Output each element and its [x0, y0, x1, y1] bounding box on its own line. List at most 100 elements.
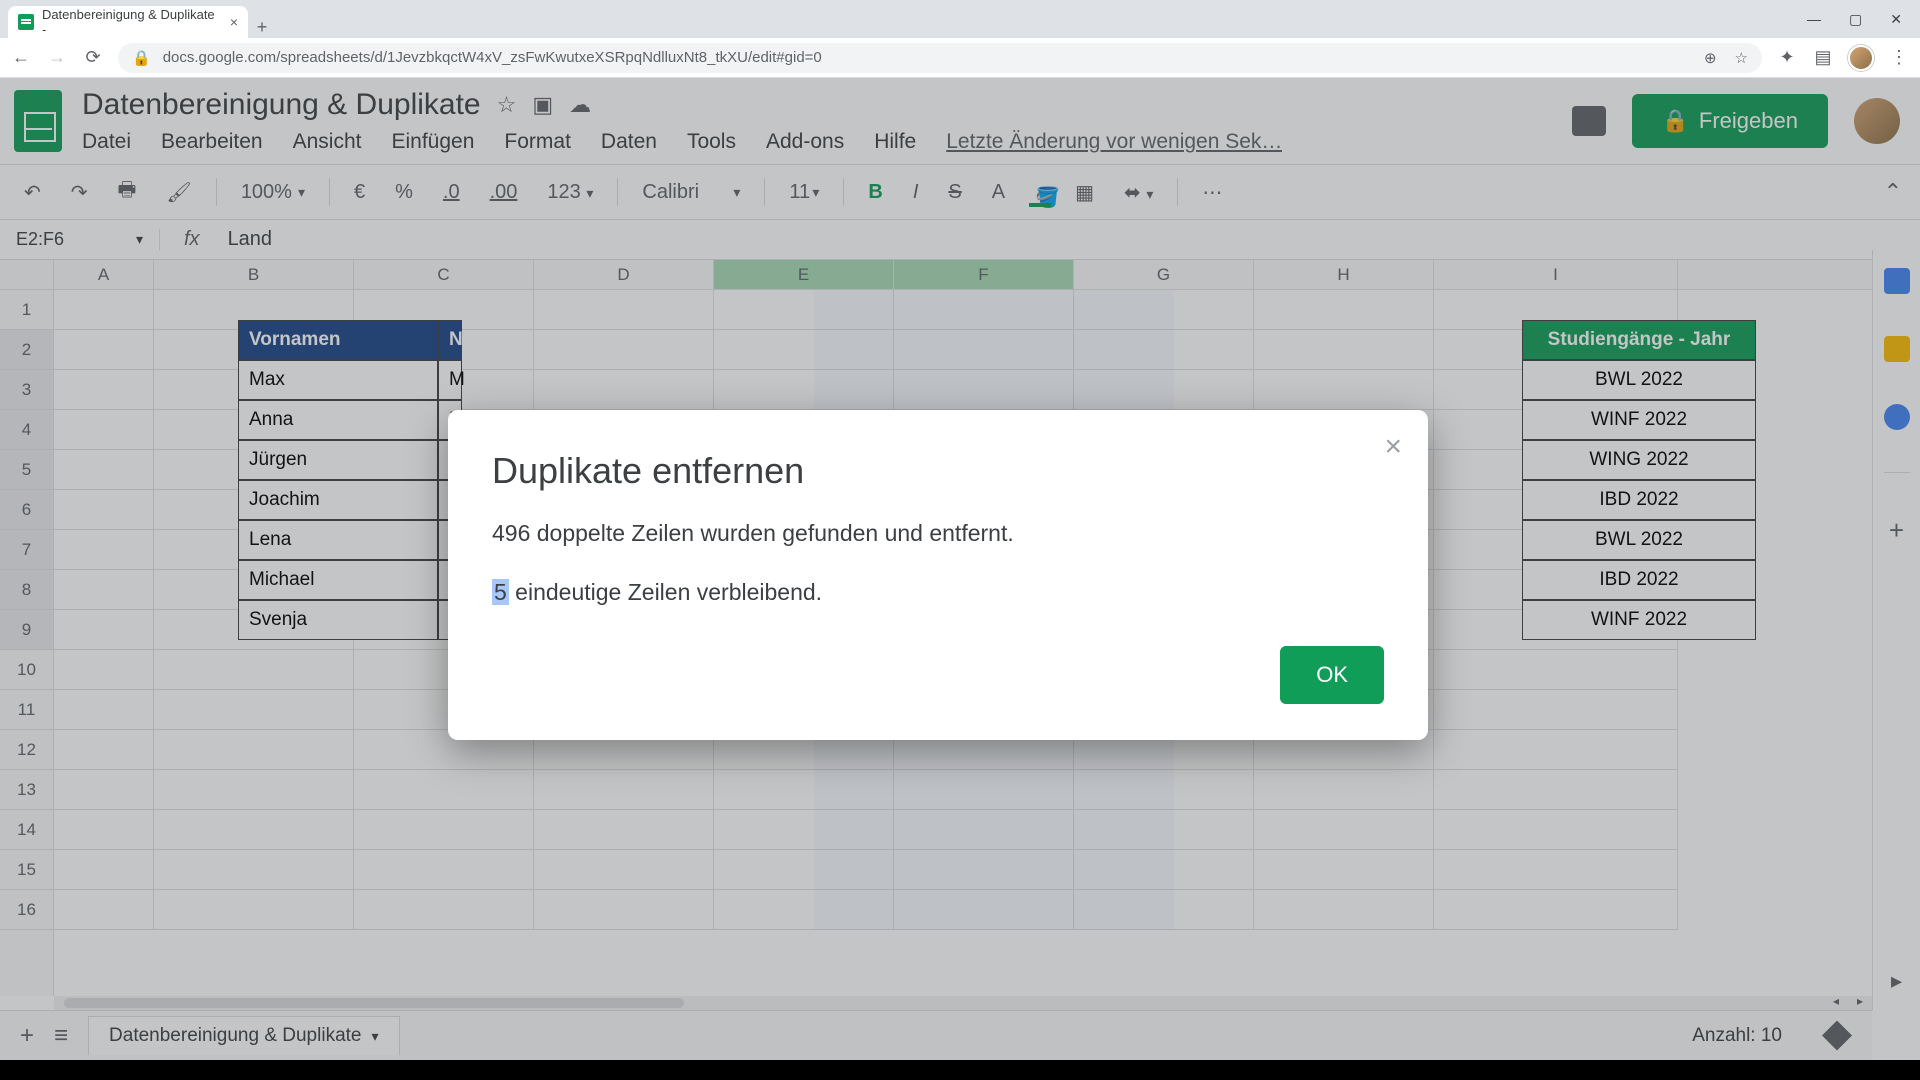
number-format-select[interactable]: 123 ▾	[541, 177, 599, 208]
column-header[interactable]: A	[54, 260, 154, 289]
zoom-icon[interactable]: ⊕	[1704, 49, 1717, 67]
side-table-cell[interactable]: IBD 2022	[1522, 560, 1756, 600]
table-cell[interactable]: Lena	[238, 520, 438, 560]
font-select[interactable]: Calibri▾	[636, 177, 746, 208]
column-header[interactable]: G	[1074, 260, 1254, 289]
expand-panel-icon[interactable]: ▸	[1891, 968, 1902, 994]
add-sheet-button[interactable]: +	[20, 1022, 34, 1050]
sheet-tab[interactable]: Datenbereinigung & Duplikate ▾	[88, 1016, 399, 1055]
italic-button[interactable]: I	[907, 177, 925, 208]
formula-input[interactable]: Land	[224, 228, 273, 251]
menu-icon[interactable]: ⋮	[1888, 47, 1910, 68]
browser-tab[interactable]: Datenbereinigung & Duplikate - ×	[8, 6, 248, 38]
merge-button[interactable]: ⬌ ▾	[1118, 176, 1159, 209]
url-field[interactable]: 🔒 docs.google.com/spreadsheets/d/1Jevzbk…	[118, 43, 1762, 73]
doc-title[interactable]: Datenbereinigung & Duplikate	[82, 88, 481, 122]
fill-color-button[interactable]: 🪣	[1029, 181, 1051, 203]
reload-icon[interactable]: ⟳	[82, 47, 104, 68]
borders-button[interactable]: ▦	[1069, 176, 1100, 209]
name-box[interactable]: E2:F6▾	[0, 229, 160, 250]
add-on-plus-icon[interactable]: +	[1889, 515, 1904, 546]
side-table-cell[interactable]: BWL 2022	[1522, 520, 1756, 560]
last-edit-link[interactable]: Letzte Änderung vor wenigen Sek…	[946, 130, 1282, 154]
move-icon[interactable]: ▣	[532, 92, 553, 118]
row-header[interactable]: 5	[0, 450, 53, 490]
selection-count[interactable]: Anzahl: 10	[1692, 1025, 1802, 1047]
ext2-icon[interactable]: ▤	[1812, 47, 1834, 68]
row-header[interactable]: 7	[0, 530, 53, 570]
new-tab-button[interactable]: +	[248, 17, 276, 38]
calendar-icon[interactable]	[1884, 268, 1910, 294]
column-header[interactable]: C	[354, 260, 534, 289]
table-header-cell[interactable]: N	[438, 320, 462, 360]
row-header[interactable]: 4	[0, 410, 53, 450]
text-color-button[interactable]: A	[986, 177, 1011, 208]
print-icon[interactable]: 🖶	[112, 171, 143, 213]
currency-button[interactable]: €	[348, 177, 371, 208]
table-cell[interactable]: M	[438, 360, 462, 400]
row-header[interactable]: 2	[0, 330, 53, 370]
keep-icon[interactable]	[1884, 336, 1910, 362]
modal-close-button[interactable]: ×	[1384, 430, 1402, 464]
comments-icon[interactable]	[1572, 106, 1606, 136]
scroll-right-icon[interactable]: ▸	[1850, 994, 1870, 1008]
side-table-header[interactable]: Studiengänge - Jahr	[1522, 320, 1756, 360]
menu-addons[interactable]: Add-ons	[766, 130, 844, 154]
table-cell[interactable]: Jürgen	[238, 440, 438, 480]
row-header[interactable]: 11	[0, 690, 53, 730]
zoom-select[interactable]: 100% ▾	[235, 177, 311, 208]
share-button[interactable]: 🔒 Freigeben	[1632, 94, 1828, 148]
row-header[interactable]: 12	[0, 730, 53, 770]
column-header[interactable]: F	[894, 260, 1074, 289]
row-header[interactable]: 3	[0, 370, 53, 410]
close-tab-icon[interactable]: ×	[230, 14, 238, 30]
extensions-icon[interactable]: ✦	[1776, 47, 1798, 68]
side-table-cell[interactable]: BWL 2022	[1522, 360, 1756, 400]
modal-ok-button[interactable]: OK	[1280, 646, 1384, 704]
table-cell[interactable]: Svenja	[238, 600, 438, 640]
row-header[interactable]: 6	[0, 490, 53, 530]
menu-view[interactable]: Ansicht	[293, 130, 362, 154]
row-header[interactable]: 13	[0, 770, 53, 810]
table-cell[interactable]: Max	[238, 360, 438, 400]
bold-button[interactable]: B	[862, 177, 888, 208]
star-icon[interactable]: ☆	[497, 92, 517, 118]
menu-insert[interactable]: Einfügen	[391, 130, 474, 154]
bookmark-icon[interactable]: ☆	[1735, 49, 1748, 67]
column-header[interactable]: E	[714, 260, 894, 289]
redo-icon[interactable]: ↷	[65, 176, 94, 209]
column-header[interactable]: H	[1254, 260, 1434, 289]
column-header[interactable]: D	[534, 260, 714, 289]
explore-icon[interactable]	[1822, 1021, 1852, 1051]
side-table-cell[interactable]: WING 2022	[1522, 440, 1756, 480]
table-cell[interactable]: Anna	[238, 400, 438, 440]
more-icon[interactable]: ⋯	[1196, 176, 1228, 209]
column-header[interactable]: B	[154, 260, 354, 289]
scroll-left-icon[interactable]: ◂	[1826, 994, 1846, 1008]
paint-format-icon[interactable]: 🖌	[160, 176, 197, 209]
dec-more-button[interactable]: .00	[484, 177, 524, 208]
sheet-tab-menu-icon[interactable]: ▾	[371, 1028, 378, 1045]
menu-edit[interactable]: Bearbeiten	[161, 130, 263, 154]
minimize-icon[interactable]: —	[1807, 11, 1821, 27]
menu-data[interactable]: Daten	[601, 130, 657, 154]
menu-tools[interactable]: Tools	[687, 130, 736, 154]
side-table-cell[interactable]: WINF 2022	[1522, 400, 1756, 440]
menu-help[interactable]: Hilfe	[874, 130, 916, 154]
row-header[interactable]: 8	[0, 570, 53, 610]
account-avatar-icon[interactable]	[1854, 98, 1900, 144]
row-header[interactable]: 14	[0, 810, 53, 850]
side-table-cell[interactable]: WINF 2022	[1522, 600, 1756, 640]
all-sheets-icon[interactable]: ≡	[54, 1022, 68, 1050]
back-icon[interactable]: ←	[10, 47, 32, 68]
cloud-icon[interactable]: ☁	[569, 92, 591, 118]
percent-button[interactable]: %	[389, 177, 419, 208]
horizontal-scrollbar[interactable]	[54, 996, 1872, 1010]
close-window-icon[interactable]: ✕	[1890, 11, 1902, 28]
table-header-cell[interactable]: Vornamen	[238, 320, 438, 360]
sheets-logo-icon[interactable]	[14, 90, 62, 152]
row-header[interactable]: 16	[0, 890, 53, 930]
menu-file[interactable]: Datei	[82, 130, 131, 154]
menu-format[interactable]: Format	[504, 130, 571, 154]
table-cell[interactable]: Joachim	[238, 480, 438, 520]
